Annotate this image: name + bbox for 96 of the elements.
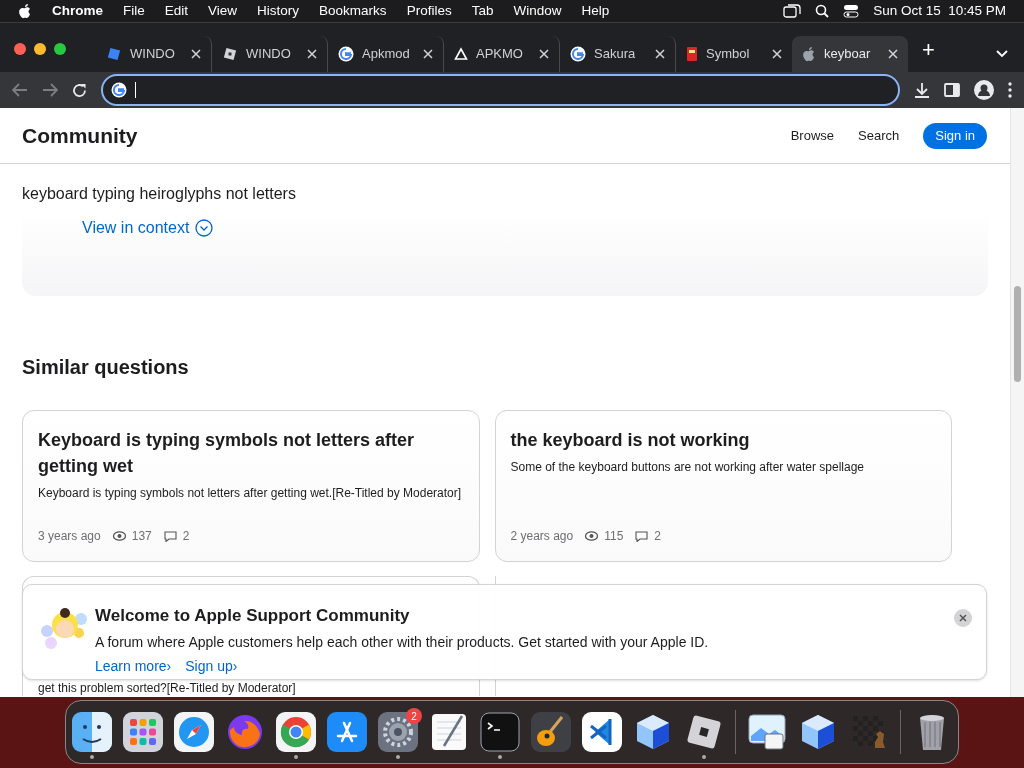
eye-icon — [585, 531, 599, 541]
menu-item[interactable]: View — [208, 0, 238, 22]
code-editor-icon[interactable] — [582, 712, 622, 752]
view-count: 115 — [604, 528, 624, 545]
minimize-window-control[interactable] — [34, 43, 46, 55]
google-icon — [338, 46, 354, 62]
menu-item[interactable]: Tab — [471, 0, 494, 22]
close-window-control[interactable] — [14, 43, 26, 55]
close-icon[interactable] — [191, 49, 201, 59]
card-body: get this problem sorted?[Re-Titled by Moderator] — [38, 681, 297, 695]
triangle-icon — [454, 47, 468, 61]
google-icon — [570, 46, 586, 62]
google-icon — [111, 82, 127, 98]
tab-title: WINDO — [246, 45, 291, 64]
side-panel-icon[interactable] — [944, 83, 960, 97]
card-body: Keyboard is typing symbols not letters after getting wet.[Re-Titled by Moderator] — [38, 485, 463, 501]
address-field[interactable] — [101, 74, 900, 106]
comment-icon — [635, 530, 649, 542]
question-title: keyboard typing heiroglyphs not letters — [22, 185, 296, 202]
view-count: 137 — [131, 528, 152, 545]
close-icon[interactable] — [655, 49, 665, 59]
back-arrow-icon[interactable] — [12, 83, 28, 97]
zoom-window-control[interactable] — [54, 43, 66, 55]
card-body: Some of the keyboard buttons are not working after water spellage — [510, 459, 866, 475]
chrome-icon[interactable] — [276, 712, 316, 752]
sign-in-button[interactable]: Sign in — [923, 122, 987, 149]
finder-icon[interactable] — [72, 712, 112, 752]
browser-tab[interactable]: keyboar — [792, 36, 908, 72]
nav-link[interactable]: Browse — [790, 125, 835, 146]
forward-arrow-icon[interactable] — [42, 83, 58, 97]
tab-title: keyboar — [824, 45, 871, 64]
tab-title: Sakura — [594, 45, 636, 64]
new-tab-button[interactable]: + — [922, 33, 935, 66]
nav-link[interactable]: Search — [858, 125, 900, 146]
banner-title: Welcome to Apple Support Community — [95, 605, 411, 627]
close-icon[interactable] — [888, 49, 898, 59]
profile-icon[interactable] — [974, 80, 994, 100]
gear-icon[interactable] — [378, 712, 418, 752]
fox-globe-icon[interactable] — [225, 712, 265, 752]
banner-text: A forum where Apple customers help each other with their products. Get started with your Apple ID. — [95, 632, 709, 652]
card-title: the keyboard is not working — [510, 429, 751, 452]
close-icon[interactable] — [772, 49, 782, 59]
view-in-context-link[interactable]: View in context — [82, 216, 214, 240]
scrollbar[interactable] — [1010, 108, 1024, 697]
menu-item[interactable]: Bookmarks — [319, 0, 387, 22]
post-age: 3 years ago — [38, 528, 101, 545]
question-card[interactable]: the keyboard is not working Some of the keyboard buttons are not working after water spellage 2 years ago 115 2 — [494, 410, 952, 562]
terminal-icon[interactable] — [480, 712, 520, 752]
tab-title: Apkmod — [362, 45, 410, 64]
menu-item[interactable]: Window — [513, 0, 562, 22]
toggles-icon[interactable] — [843, 4, 860, 18]
tab-title: APKMO — [476, 45, 523, 64]
question-card[interactable]: Keyboard is typing symbols not letters after getting wet Keyboard is typing symbols not letters after getting wet.[Re-Titled by Moderator] 3 years ago 137 2 — [22, 410, 480, 562]
menu-item[interactable]: File — [123, 0, 145, 22]
browser-tab[interactable]: Symbol — [676, 36, 792, 72]
menu-item[interactable]: Edit — [164, 0, 189, 22]
menu-item[interactable]: History — [257, 0, 300, 22]
menu-item[interactable]: Chrome — [52, 0, 103, 22]
notification-badge: 2 — [406, 708, 422, 724]
compass-icon[interactable] — [174, 712, 214, 752]
text-cursor — [135, 82, 136, 98]
app-store-icon[interactable] — [327, 712, 367, 752]
apple-icon — [802, 46, 816, 62]
reply-count: 2 — [654, 528, 662, 545]
eye-icon — [112, 531, 126, 541]
comment-icon — [163, 530, 177, 542]
banner-link[interactable]: Learn more› — [95, 655, 172, 677]
close-icon[interactable] — [307, 49, 317, 59]
close-button[interactable] — [954, 609, 972, 627]
close-icon[interactable] — [539, 49, 549, 59]
community-title[interactable]: Community — [22, 119, 138, 152]
menu-item[interactable]: Help — [581, 0, 610, 22]
guitar-icon[interactable] — [531, 712, 571, 752]
more-options-icon[interactable] — [1008, 82, 1012, 98]
section-heading: Similar questions — [22, 356, 189, 378]
search-icon[interactable] — [815, 4, 830, 18]
chevron-down-icon — [195, 219, 214, 237]
windows-icon[interactable] — [783, 4, 802, 18]
chevron-down-icon[interactable] — [996, 50, 1008, 58]
photo-stack-icon[interactable] — [747, 712, 787, 752]
tab-title: Symbol — [706, 45, 750, 64]
apple-logo-icon[interactable] — [18, 3, 32, 19]
book-icon — [686, 46, 698, 62]
menu-item[interactable]: Profiles — [406, 0, 452, 22]
app-grid-icon[interactable] — [123, 712, 163, 752]
reload-icon[interactable] — [72, 82, 87, 98]
notepad-icon[interactable] — [429, 712, 469, 752]
reply-count: 2 — [182, 528, 190, 545]
clock[interactable]: Sun Oct 15 10:45 PM — [873, 0, 1006, 22]
close-icon — [959, 614, 967, 622]
close-icon[interactable] — [423, 49, 433, 59]
banner-link[interactable]: Sign up› — [185, 655, 238, 677]
download-icon[interactable] — [914, 82, 930, 98]
tab-title: WINDO — [130, 45, 175, 64]
post-age: 2 years ago — [510, 528, 574, 545]
card-title: Keyboard is typing symbols not letters after getting wet — [38, 429, 416, 478]
